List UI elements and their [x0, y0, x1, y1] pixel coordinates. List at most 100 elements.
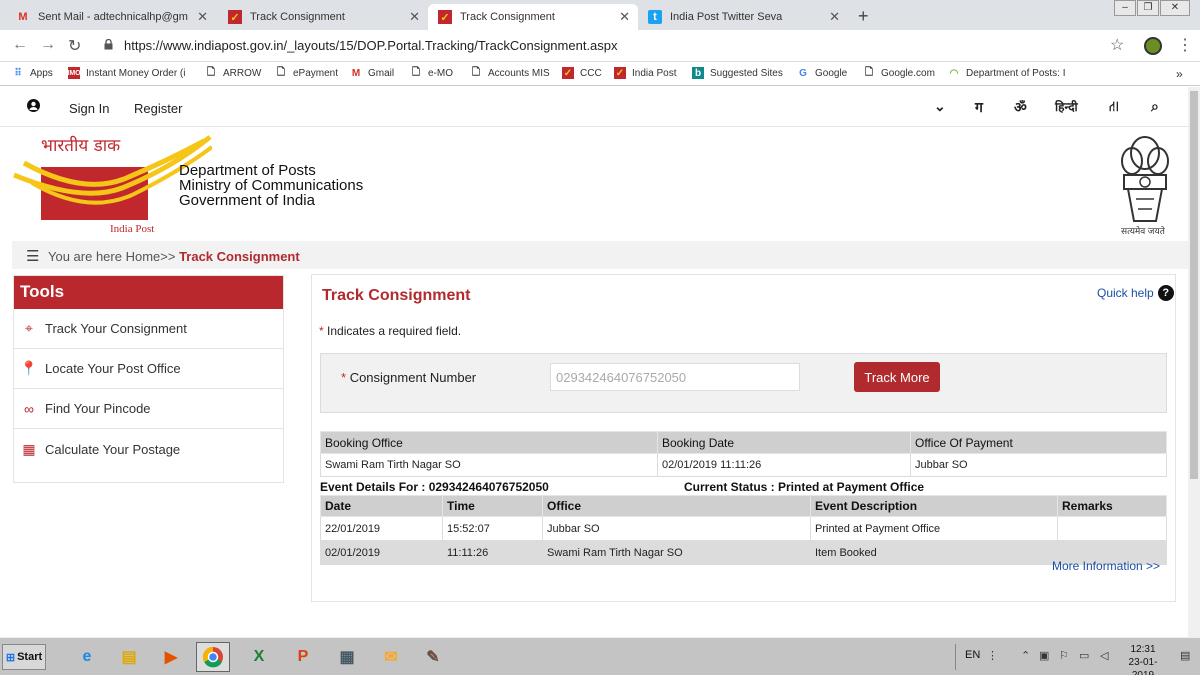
bookmark-epayment[interactable]: 🗋 ePayment: [275, 67, 338, 79]
sidebar-item-find-pincode[interactable]: ∞ Find Your Pincode: [14, 389, 283, 429]
internet-explorer-icon[interactable]: e: [70, 642, 104, 672]
powerpoint-icon[interactable]: P: [286, 642, 320, 672]
more-information-link[interactable]: More Information >>: [1052, 559, 1160, 573]
browser-tab-strip: M Sent Mail - adtechnicalhp@gmail.co ✕ ✓…: [0, 0, 1200, 30]
bookmark-apps[interactable]: ⠿ Apps: [12, 67, 52, 79]
paint-icon[interactable]: ✎: [416, 642, 450, 672]
address-bar: ← → ↻ https://www.indiapost.gov.in/_layo…: [0, 30, 1200, 62]
chevron-down-icon[interactable]: ⌄: [934, 98, 946, 115]
bookmark-label: Google: [815, 67, 848, 79]
page-icon: 🗋: [276, 66, 286, 78]
mail-icon[interactable]: ✉: [374, 642, 408, 672]
media-player-icon[interactable]: ▶: [154, 642, 188, 672]
url-field[interactable]: https://www.indiapost.gov.in/_layouts/15…: [124, 38, 618, 53]
new-tab-button[interactable]: +: [858, 6, 869, 27]
bookmark-ccc[interactable]: ✓ CCC: [562, 67, 602, 79]
chrome-icon[interactable]: [196, 642, 230, 672]
close-tab-icon[interactable]: ✕: [829, 9, 840, 25]
profile-avatar[interactable]: [1144, 37, 1162, 55]
file-explorer-icon[interactable]: ▤: [112, 642, 146, 672]
tab-title: Track Consignment: [250, 11, 345, 23]
reload-icon[interactable]: ↻: [68, 36, 81, 56]
start-button[interactable]: ⊞ Start: [2, 644, 46, 670]
bookmark-imo[interactable]: IMO Instant Money Order (i: [67, 67, 185, 79]
bookmark-india-post[interactable]: ✓ India Post: [614, 67, 676, 79]
close-window-button[interactable]: ✕: [1160, 0, 1190, 16]
forward-icon[interactable]: →: [40, 36, 56, 54]
font-size-icon[interactable]: ग: [975, 98, 983, 117]
restore-button[interactable]: ❐: [1137, 0, 1159, 16]
close-tab-icon[interactable]: ✕: [619, 9, 630, 25]
table-cell: [1057, 516, 1167, 541]
calculator-icon[interactable]: ▦: [330, 642, 364, 672]
bookmarks-overflow-icon[interactable]: »: [1176, 67, 1183, 81]
system-clock[interactable]: 12:31 23-01-2019: [1122, 643, 1164, 675]
browser-tab-gmail[interactable]: M Sent Mail - adtechnicalhp@gmail.co ✕: [6, 4, 216, 30]
bookmark-suggested-sites[interactable]: b Suggested Sites: [692, 67, 783, 79]
binoculars-icon: ∞: [24, 400, 34, 417]
hamburger-menu-icon[interactable]: ☰: [26, 247, 39, 265]
page-icon: 🗋: [206, 66, 216, 78]
bookmark-gmail[interactable]: M Gmail: [350, 67, 394, 79]
sitemap-icon[interactable]: ⛙: [1109, 98, 1119, 117]
table-cell: 11:11:26: [442, 540, 543, 565]
bookmark-label: India Post: [632, 67, 677, 79]
scrollbar-thumb[interactable]: [1190, 91, 1198, 479]
network-icon[interactable]: ▣: [1039, 649, 1049, 662]
table-cell: Jubbar SO: [542, 516, 811, 541]
track-more-button[interactable]: Track More: [854, 362, 940, 392]
bookmark-accounts-mis[interactable]: 🗋 Accounts MIS: [470, 67, 550, 79]
table-row: 22/01/2019 15:52:07 Jubbar SO Printed at…: [320, 516, 1167, 541]
indiapost-icon: ✓: [614, 67, 626, 79]
dop-icon: ◠: [949, 67, 959, 79]
close-tab-icon[interactable]: ✕: [197, 9, 208, 25]
bookmark-arrow[interactable]: 🗋 ARROW: [205, 67, 261, 79]
page-icon: 🗋: [864, 66, 874, 78]
bookmark-label: CCC: [580, 67, 602, 79]
sidebar-item-calculate-postage[interactable]: ▦ Calculate Your Postage: [14, 429, 283, 469]
table-header-row: Date Time Office Event Description Remar…: [320, 495, 1167, 517]
bookmark-department-of-posts[interactable]: ◠ Department of Posts: I: [948, 67, 1138, 79]
emblem-motto: सत्यमेव जयते: [1121, 226, 1165, 236]
help-icon: ?: [1157, 285, 1174, 301]
windows-logo-icon: ⊞: [5, 651, 16, 664]
browser-menu-icon[interactable]: ⋮: [1177, 35, 1193, 55]
windows-taskbar: ⊞ Start e ▤ ▶ X P ▦ ✉ ✎ EN ⋮ ⌃ ▣ ⚐ ▭ ◁ 12…: [0, 637, 1200, 675]
om-icon[interactable]: ॐ: [1014, 98, 1027, 117]
bookmark-star-icon[interactable]: ☆: [1110, 35, 1124, 55]
quick-help-link[interactable]: Quick help?: [1097, 285, 1174, 301]
minimize-button[interactable]: –: [1114, 0, 1136, 16]
tools-sidebar: Tools ⌖ Track Your Consignment 📍 Locate …: [13, 275, 284, 483]
register-link[interactable]: Register: [134, 101, 182, 116]
bookmark-emo[interactable]: 🗋 e-MO: [410, 67, 453, 79]
back-icon[interactable]: ←: [12, 36, 28, 54]
volume-icon[interactable]: ◁: [1100, 649, 1108, 662]
page-scrollbar[interactable]: [1188, 87, 1200, 637]
excel-icon[interactable]: X: [242, 642, 276, 672]
language-indicator[interactable]: EN: [965, 649, 980, 661]
track-consignment-panel: Track Consignment Quick help? * Indicate…: [311, 274, 1176, 602]
bookmark-google-com[interactable]: 🗋 Google.com: [863, 67, 935, 79]
hindi-language-link[interactable]: हिन्दी: [1055, 98, 1078, 115]
browser-tab-track-1[interactable]: ✓ Track Consignment ✕: [218, 4, 428, 30]
indiapost-icon: ✓: [438, 10, 452, 24]
browser-tab-twitter[interactable]: t India Post Twitter Seva ✕: [638, 4, 848, 30]
current-status: Current Status : Printed at Payment Offi…: [684, 480, 925, 494]
show-desktop-icon[interactable]: ▤: [1180, 649, 1190, 662]
search-icon[interactable]: ⌕: [1151, 98, 1159, 115]
consignment-number-input[interactable]: [550, 363, 800, 391]
sidebar-item-label: Track Your Consignment: [45, 321, 187, 336]
flag-icon[interactable]: ⚐: [1059, 649, 1069, 662]
tray-expand-icon[interactable]: ⌃: [1021, 649, 1030, 662]
sign-in-link[interactable]: Sign In: [69, 101, 109, 116]
close-tab-icon[interactable]: ✕: [409, 9, 420, 25]
browser-tab-track-active[interactable]: ✓ Track Consignment ✕: [428, 4, 638, 30]
bookmark-label: Suggested Sites: [710, 67, 783, 79]
tab-title: Track Consignment: [460, 11, 555, 23]
sidebar-item-track-consignment[interactable]: ⌖ Track Your Consignment: [14, 309, 283, 349]
power-icon[interactable]: ▭: [1079, 649, 1089, 662]
breadcrumb-home[interactable]: You are here Home>>: [48, 249, 179, 264]
bookmarks-bar: ⠿ Apps IMO Instant Money Order (i 🗋 ARROW 🗋…: [0, 62, 1200, 86]
sidebar-item-locate-post-office[interactable]: 📍 Locate Your Post Office: [14, 349, 283, 389]
bookmark-google[interactable]: G Google: [797, 67, 847, 79]
